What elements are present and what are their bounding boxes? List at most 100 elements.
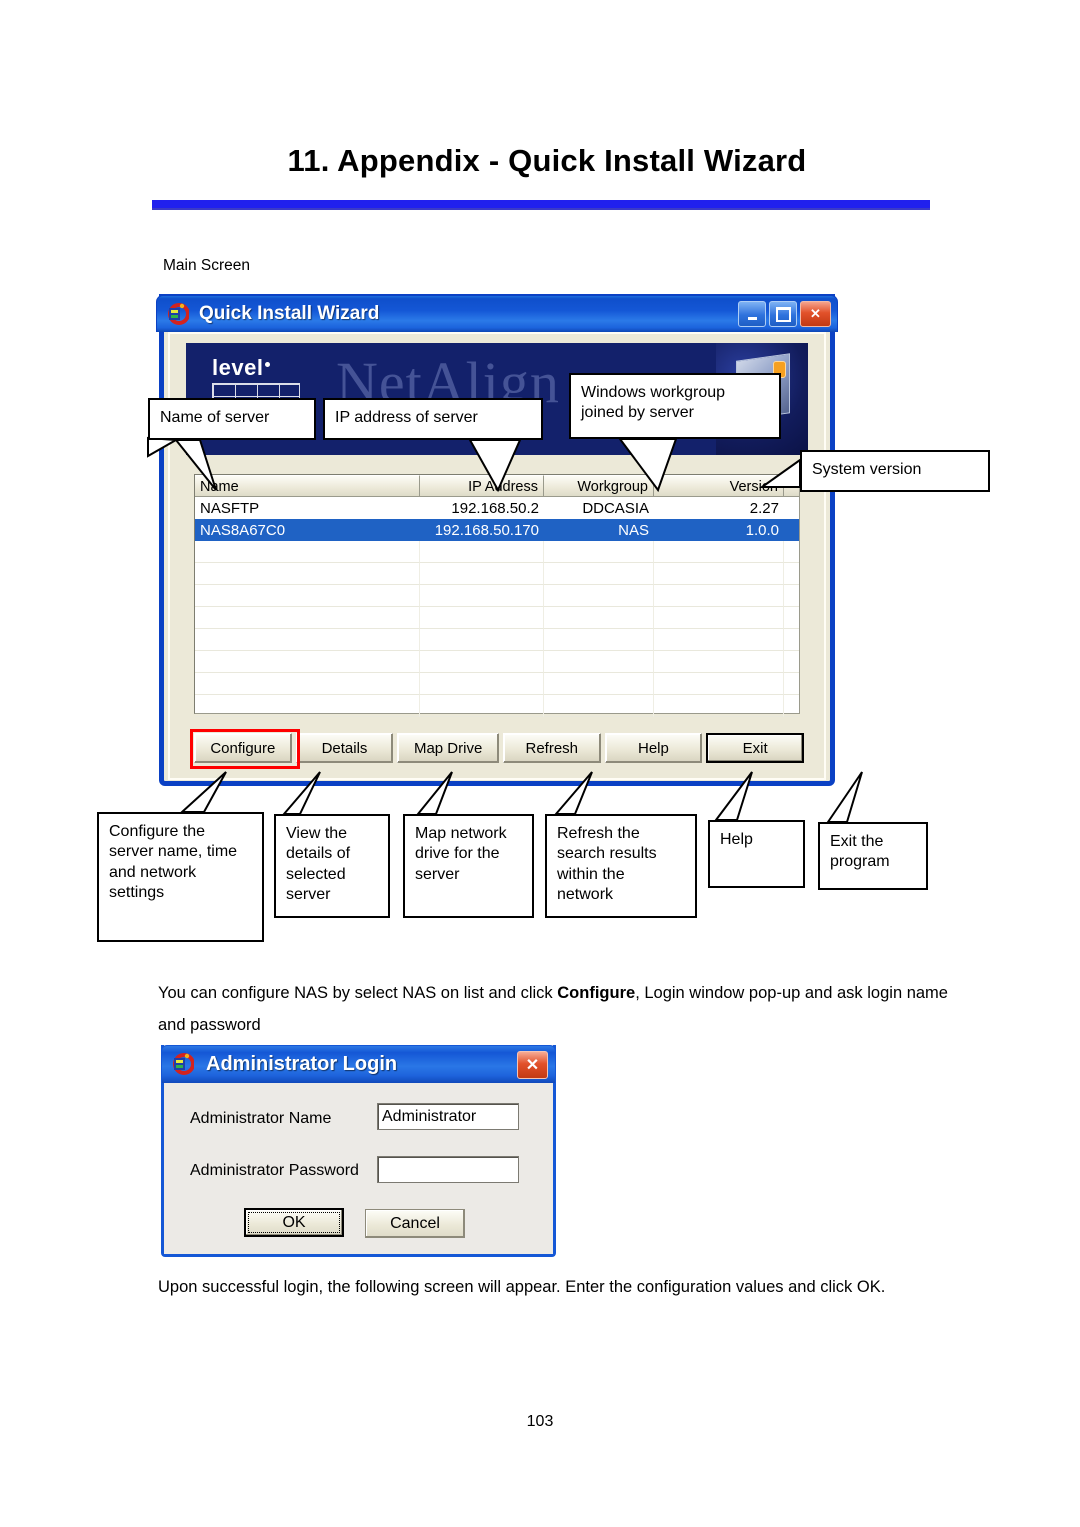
configure-button-label: Configure (210, 739, 276, 757)
paragraph-configure-instructions: You can configure NAS by select NAS on l… (158, 977, 948, 1041)
callout-help: Help (708, 820, 805, 888)
cell-workgroup: NAS (618, 521, 649, 539)
para1-bold: Configure (557, 984, 636, 1002)
ok-button-label: OK (282, 1213, 306, 1231)
admin-password-label: Administrator Password (190, 1162, 359, 1179)
app-icon (168, 303, 189, 325)
callout-system-version: System version (800, 450, 990, 492)
cell-empty (544, 651, 654, 673)
table-row-empty[interactable] (195, 563, 799, 585)
banner-brand-dot (265, 361, 271, 367)
window-controls: ✕ (738, 301, 831, 327)
banner-brand-label: level (212, 355, 264, 380)
cancel-button[interactable]: Cancel (365, 1209, 465, 1238)
admin-name-field[interactable]: Administrator (377, 1103, 519, 1130)
title-divider (152, 200, 930, 210)
cell-empty (544, 673, 654, 695)
table-row-empty[interactable] (195, 541, 799, 563)
cell-empty (420, 629, 544, 651)
map-drive-button[interactable]: Map Drive (397, 733, 499, 763)
cell-empty (544, 607, 654, 629)
cell-empty (654, 541, 784, 563)
cell-filler (784, 519, 799, 541)
table-row-empty[interactable] (195, 629, 799, 651)
cell-empty (784, 673, 799, 695)
cell-empty (784, 541, 799, 563)
table-row[interactable]: NAS8A67C0 192.168.50.170 NAS 1.0.0 (195, 519, 799, 541)
callout-map-drive: Map network drive for the server (403, 814, 534, 918)
callout-ip-of-server: IP address of server (323, 398, 543, 440)
admin-name-label: Administrator Name (190, 1110, 332, 1127)
maximize-button[interactable] (769, 301, 797, 327)
table-row[interactable]: NASFTP 192.168.50.2 DDCASIA 2.27 (195, 497, 799, 519)
cell-empty (654, 629, 784, 651)
help-button[interactable]: Help (604, 733, 703, 763)
callout-refresh: Refresh the search results within the ne… (545, 814, 697, 918)
table-row-empty[interactable] (195, 585, 799, 607)
server-list[interactable]: Name IP Address Workgroup Version NASFTP… (194, 474, 800, 717)
close-icon[interactable]: ✕ (517, 1051, 548, 1079)
cell-name: NASFTP (200, 499, 260, 517)
minimize-button[interactable] (738, 301, 766, 327)
cell-empty (784, 695, 799, 717)
cell-empty (544, 585, 654, 607)
cell-empty (544, 629, 654, 651)
para1-before: You can configure NAS by select NAS on l… (158, 984, 558, 1002)
cell-empty (195, 585, 420, 607)
cell-ip: 192.168.50.170 (434, 521, 539, 539)
cell-empty (420, 585, 544, 607)
cell-empty (195, 629, 420, 651)
page-number: 103 (526, 1413, 554, 1430)
page-title: 11. Appendix - Quick Install Wizard (287, 143, 807, 178)
callout-name-of-server: Name of server (148, 398, 316, 440)
cell-ip: 192.168.50.2 (451, 499, 539, 517)
column-header-filler (784, 475, 799, 497)
cell-empty (654, 673, 784, 695)
column-header-ip[interactable]: IP Address (420, 475, 544, 497)
cell-empty (654, 607, 784, 629)
document-page: 11. Appendix - Quick Install Wizard Main… (0, 0, 1080, 1527)
column-header-version[interactable]: Version (654, 475, 784, 497)
configure-button[interactable]: Configure (190, 729, 300, 769)
column-header-name[interactable]: Name (195, 475, 420, 497)
cell-empty (195, 563, 420, 585)
refresh-button[interactable]: Refresh (502, 733, 601, 763)
cell-empty (195, 651, 420, 673)
cell-empty (784, 629, 799, 651)
table-row-empty[interactable] (195, 695, 799, 717)
cell-empty (195, 673, 420, 695)
cell-empty (195, 695, 420, 717)
login-title-text: Administrator Login (206, 1053, 398, 1075)
cell-empty (420, 563, 544, 585)
ok-button[interactable]: OK (244, 1208, 344, 1237)
column-header-workgroup[interactable]: Workgroup (544, 475, 654, 497)
details-button[interactable]: Details (295, 733, 394, 763)
exit-button[interactable]: Exit (706, 733, 804, 763)
cell-empty (784, 563, 799, 585)
cell-empty (654, 651, 784, 673)
cell-empty (654, 563, 784, 585)
cell-empty (195, 607, 420, 629)
admin-password-field[interactable] (377, 1156, 519, 1183)
main-screen-label: Main Screen (163, 257, 251, 274)
cell-empty (420, 541, 544, 563)
cell-empty (544, 541, 654, 563)
cell-empty (544, 563, 654, 585)
wizard-titlebar: Quick Install Wizard ✕ (156, 295, 838, 332)
callout-workgroup: Windows workgroup joined by server (569, 373, 781, 439)
cell-empty (784, 651, 799, 673)
cell-empty (784, 585, 799, 607)
callout-details: View the details of selected server (274, 814, 390, 918)
close-button[interactable]: ✕ (800, 301, 831, 327)
cell-empty (654, 695, 784, 717)
table-row-empty[interactable] (195, 651, 799, 673)
table-row-empty[interactable] (195, 673, 799, 695)
cell-empty (195, 541, 420, 563)
banner-brand-text: level (212, 355, 300, 381)
cell-empty (420, 607, 544, 629)
cell-empty (420, 673, 544, 695)
wizard-button-bar: Configure Details Map Drive Refresh Help… (190, 729, 804, 769)
table-row-empty[interactable] (195, 607, 799, 629)
cell-empty (420, 651, 544, 673)
server-list-header: Name IP Address Workgroup Version (195, 475, 799, 497)
